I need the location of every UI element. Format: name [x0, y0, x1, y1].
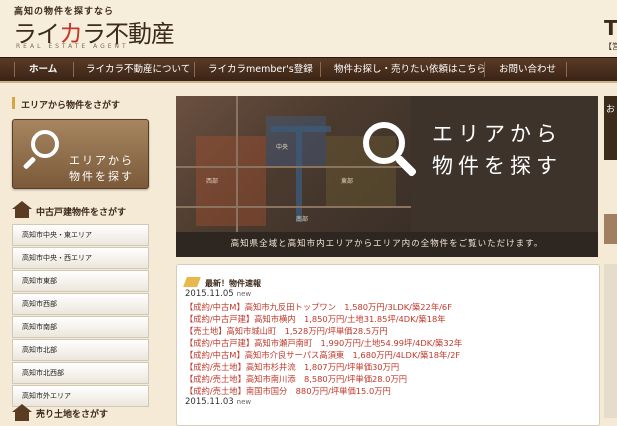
nav-separator	[566, 62, 567, 77]
area-button-line2: 物件を探す	[69, 170, 134, 183]
map-label: 中央	[276, 144, 289, 151]
logo-subtitle: REAL ESTATE AGENT	[16, 43, 129, 50]
house-section-title: 中古戸建物件をさがす	[36, 208, 127, 218]
nav-item-search-sell[interactable]: 物件お探し・売りたい依頼はこちら	[334, 58, 486, 81]
news-heading: 最新！物件速報	[183, 277, 261, 289]
area-link-north[interactable]: 高知市北部	[12, 339, 149, 361]
news-item[interactable]: 【成約/売土地】高知市杉井流 1,807万円/坪単価30万円	[185, 361, 399, 373]
right-column-panel[interactable]: お	[604, 96, 617, 160]
map-label: 西部	[206, 178, 219, 185]
area-link-outside[interactable]: 高知市外エリア	[12, 385, 149, 407]
nav-separator	[14, 62, 15, 77]
section-marker-icon	[12, 97, 15, 109]
land-icon	[12, 404, 32, 412]
news-item[interactable]: 【成約/中古M】高知市介良サーパス高須東 1,680万円/4LDK/築18年/2…	[185, 349, 460, 361]
news-item[interactable]: 【成約/中古M】高知市九反田トップワン 1,580万円/3LDK/築22年/6F	[185, 301, 452, 313]
map-label: 南部	[296, 216, 309, 223]
magnifier-handle-icon	[22, 156, 37, 170]
news-item[interactable]: 【成約/売土地】高知市南川添 8,580万円/坪単価28.0万円	[185, 373, 407, 385]
right-column-panel-3	[604, 264, 617, 418]
banner-title-line1: エリアから	[432, 122, 562, 146]
land-section-title: 売り土地をさがす	[36, 410, 109, 420]
nav-separator	[194, 62, 195, 77]
area-search-button[interactable]: エリアから 物件を探す	[12, 119, 149, 189]
right-panel-text: お	[606, 105, 616, 115]
area-button-line1: エリアから	[69, 154, 134, 167]
site-header: 高知の物件を探すなら ライカラ不動産 REAL ESTATE AGENT T 【…	[0, 0, 617, 57]
map-road	[176, 166, 411, 168]
magnifier-icon	[31, 130, 59, 158]
house-icon-body	[15, 209, 29, 218]
news-item[interactable]: 【成約/中古戸建】高知市瀬戸南町 1,990万円/土地54.99坪/4DK/築3…	[185, 337, 462, 349]
area-link-south[interactable]: 高知市南部	[12, 316, 149, 338]
nav-separator	[73, 62, 74, 77]
area-link-east[interactable]: 高知市東部	[12, 270, 149, 292]
news-date: 2015.11.05 new	[185, 289, 251, 299]
area-section-title: エリアから物件をさがす	[21, 101, 121, 111]
map-road	[236, 96, 238, 232]
nav-item-about[interactable]: ライカラ不動産について	[86, 58, 190, 81]
area-list: 高知市中央・東エリア 高知市中央・西エリア 高知市東部 高知市西部 高知市南部 …	[12, 224, 149, 408]
new-badge: new	[236, 290, 252, 298]
news-date-text: 2015.11.05	[185, 289, 234, 299]
map-road	[176, 206, 411, 208]
banner-title-line2: 物件を探す	[432, 154, 562, 178]
news-heading-text: 最新！物件速報	[205, 279, 261, 288]
nav-item-contact[interactable]: お問い合わせ	[499, 58, 556, 81]
phone-number: T	[604, 16, 617, 40]
map-image: 中央 東部 西部 南部	[176, 96, 411, 232]
nav-item-member[interactable]: ライカラmember's登録	[208, 58, 313, 81]
area-link-west[interactable]: 高知市西部	[12, 293, 149, 315]
area-map-banner[interactable]: 中央 東部 西部 南部 エリアから 物件を探す 高知県全域と高知市内エリアからエ…	[176, 96, 598, 257]
banner-caption: 高知県全域と高知市内エリアからエリア内の全物件をご覧いただけます。	[230, 239, 544, 249]
pencil-icon	[183, 277, 201, 287]
land-icon-body	[15, 412, 29, 421]
map-label: 東部	[341, 178, 354, 185]
news-box: 最新！物件速報 2015.11.05 new 【成約/中古M】高知市九反田トップワ…	[176, 264, 600, 426]
nav-separator	[484, 62, 485, 77]
map-river	[296, 132, 302, 222]
news-item[interactable]: 【成約/中古戸建】高知市横内 1,850万円/土地31.85坪/4DK/築18年	[185, 313, 446, 325]
main-nav: ホーム ライカラ不動産について ライカラmember's登録 物件お探し・売りた…	[0, 57, 617, 83]
area-link-central-west[interactable]: 高知市中央・西エリア	[12, 247, 149, 269]
news-date: 2015.11.03 new	[185, 397, 251, 407]
business-hours: 【営	[604, 42, 617, 51]
nav-item-home[interactable]: ホーム	[29, 58, 57, 81]
news-date-text: 2015.11.03	[185, 397, 234, 407]
new-badge: new	[236, 398, 252, 406]
news-item[interactable]: 【成約/売土地】南国市国分 880万円/坪単価15.0万円	[185, 385, 391, 397]
nav-separator	[320, 62, 321, 77]
area-link-northwest[interactable]: 高知市北西部	[12, 362, 149, 384]
area-link-central-east[interactable]: 高知市中央・東エリア	[12, 224, 149, 246]
right-column-panel-2[interactable]	[604, 214, 617, 244]
news-item[interactable]: 【売土地】高知市城山町 1,528万円/坪単価28.5万円	[185, 325, 388, 337]
house-icon	[12, 201, 32, 209]
